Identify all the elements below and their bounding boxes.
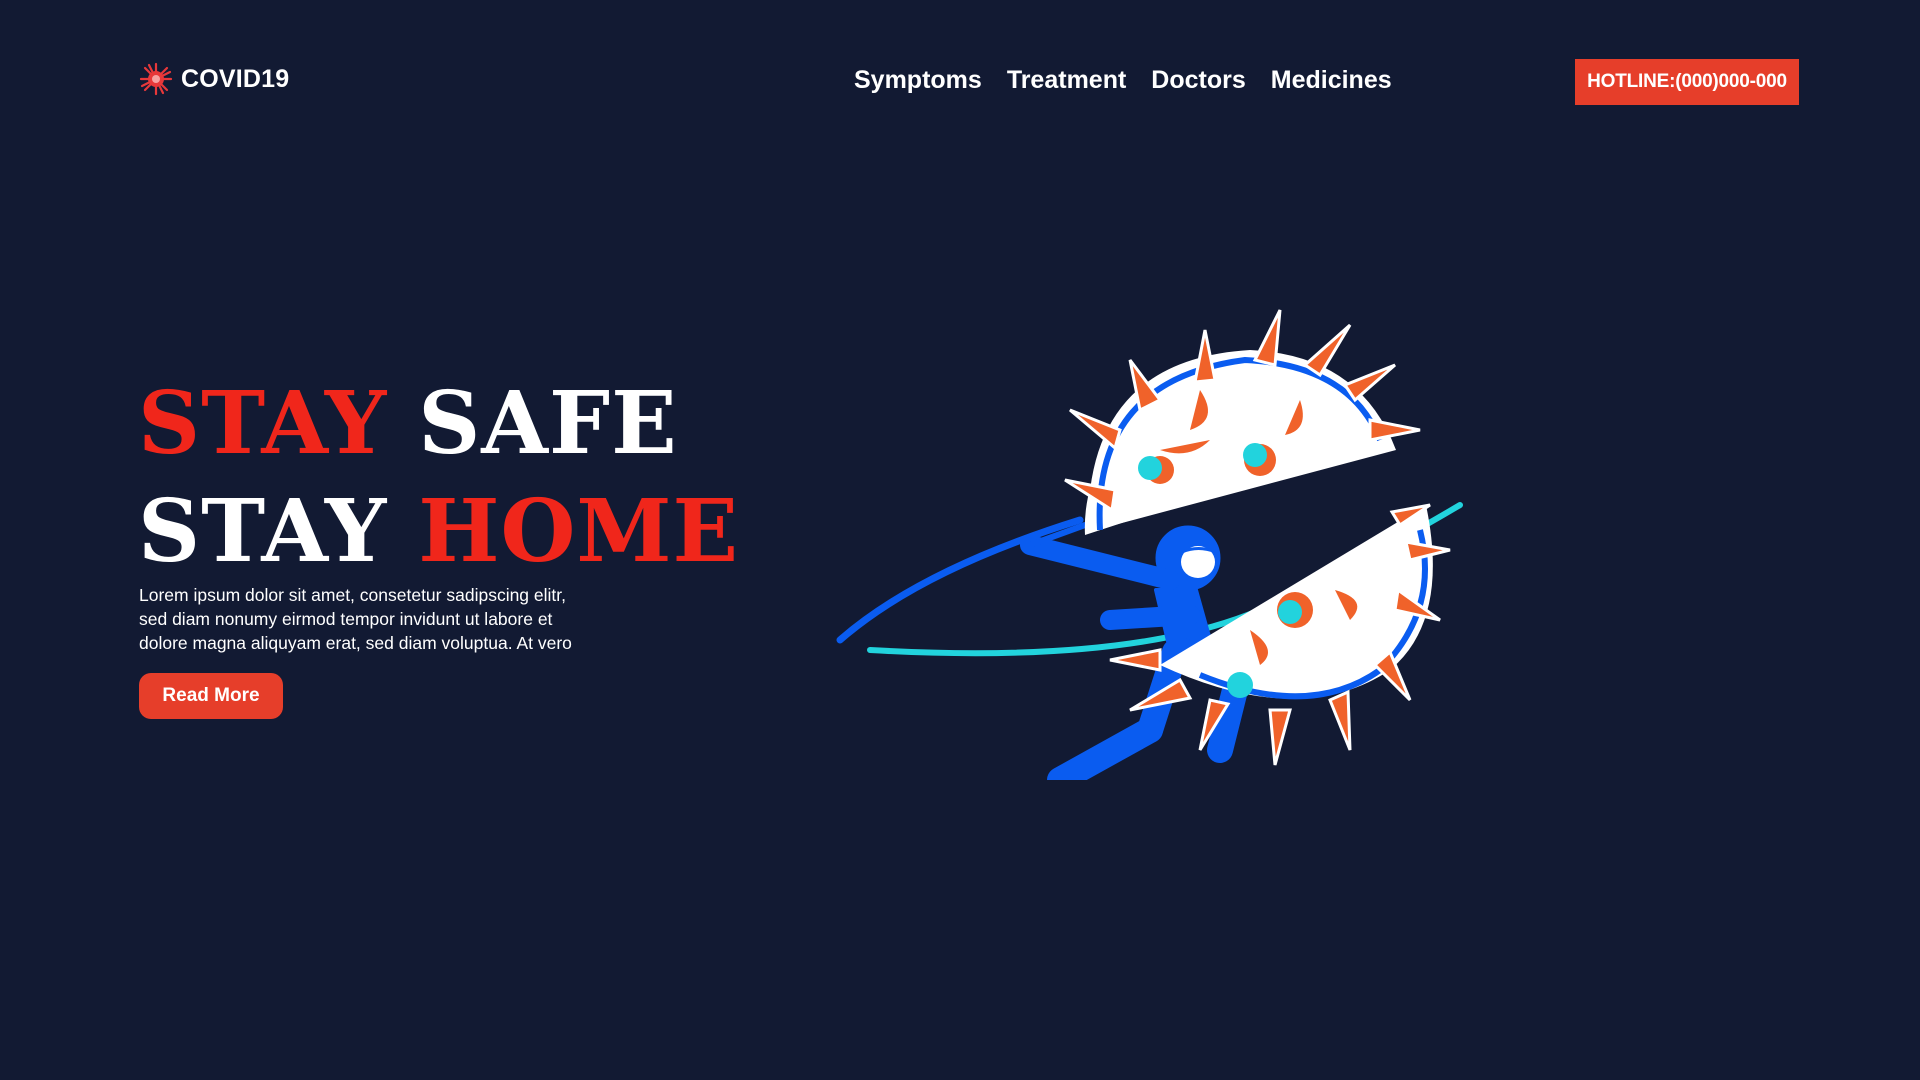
- nav-item-treatment[interactable]: Treatment: [1007, 66, 1126, 95]
- logo-text: COVID19: [181, 64, 290, 93]
- virus-icon: [139, 62, 173, 96]
- hotline-button[interactable]: HOTLINE:(000)000-000: [1575, 59, 1799, 105]
- logo[interactable]: COVID19: [139, 62, 289, 96]
- nav-item-medicines[interactable]: Medicines: [1271, 66, 1392, 95]
- virus-upper-half: [1064, 309, 1421, 535]
- read-more-button[interactable]: Read More: [139, 673, 283, 719]
- headline-stay-1: STAY: [138, 373, 388, 474]
- hero-description: Lorem ipsum dolor sit amet, consetetur s…: [139, 585, 572, 653]
- headline-stay-2: STAY: [138, 481, 388, 582]
- headline-safe: SAFE: [418, 373, 678, 474]
- ninja-slicing-virus-illustration: [836, 309, 1463, 780]
- headline-line-1: STAY SAFE: [138, 370, 739, 478]
- main-nav: Symptoms Treatment Doctors Medicines: [854, 66, 1392, 95]
- headline-line-2: STAY HOME: [138, 478, 739, 586]
- hero-headline: STAY SAFE STAY HOME: [138, 370, 739, 586]
- landing-page: COVID19 Symptoms Treatment Doctors Medic…: [0, 0, 1920, 1080]
- headline-home: HOME: [418, 481, 740, 582]
- nav-item-symptoms[interactable]: Symptoms: [854, 66, 982, 95]
- nav-item-doctors[interactable]: Doctors: [1151, 66, 1245, 95]
